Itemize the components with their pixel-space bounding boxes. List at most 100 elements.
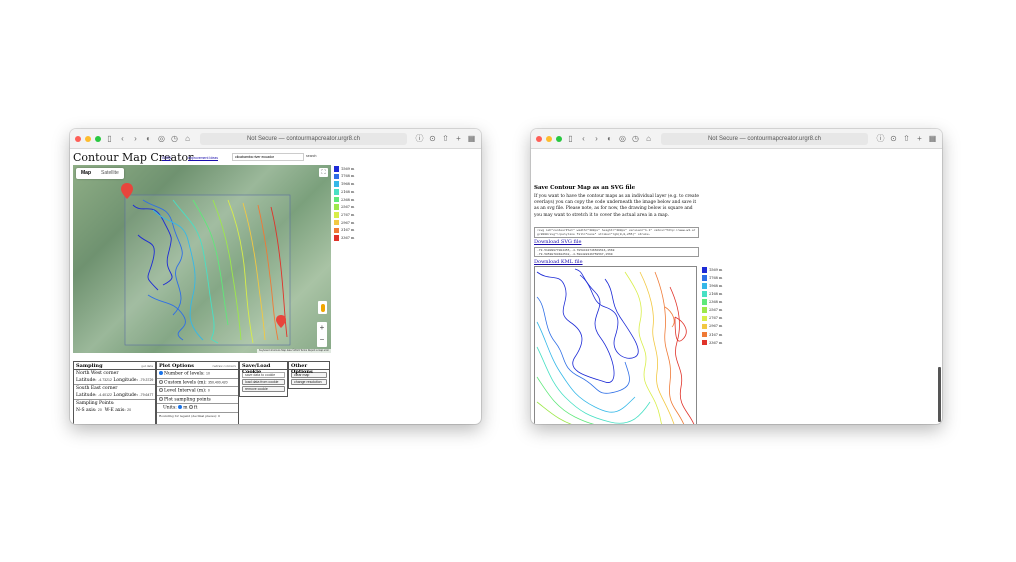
legend-swatch bbox=[334, 196, 339, 203]
new-tab-icon[interactable]: + bbox=[915, 134, 924, 143]
custom-levels-input[interactable]: 350,400,420 bbox=[208, 380, 227, 384]
custom-levels-radio[interactable] bbox=[159, 379, 163, 384]
minimize-window-button[interactable] bbox=[546, 135, 552, 142]
plot-options-header: Plot Options bbox=[159, 363, 194, 369]
plot-options-panel: Plot Options redraw contours Number of le… bbox=[156, 361, 239, 424]
contour-lines bbox=[536, 268, 695, 424]
sampling-points-label: Sampling Points: bbox=[76, 401, 115, 406]
home-icon[interactable]: ⌂ bbox=[183, 134, 192, 143]
units-ft-radio[interactable] bbox=[188, 405, 193, 409]
legend-swatch bbox=[334, 219, 339, 226]
remove-cookie-button[interactable]: remove cookie bbox=[242, 386, 285, 392]
rounding-input[interactable]: 0 bbox=[218, 414, 220, 418]
forward-icon[interactable]: › bbox=[131, 134, 140, 143]
redraw-contours-link[interactable]: redraw contours bbox=[212, 364, 236, 368]
interval-input[interactable]: 0 bbox=[208, 389, 210, 393]
location-search-input[interactable]: cilcabamba river ecuador bbox=[232, 153, 304, 161]
tab-overview-icon[interactable]: ▦ bbox=[467, 134, 476, 143]
reader-icon[interactable]: ⓘ bbox=[415, 134, 424, 143]
legend-item: 3167 m bbox=[702, 331, 722, 338]
svg-code-textarea[interactable]: <svg id="contourPlot" width="300px" heig… bbox=[534, 227, 699, 238]
units-ft-label: ft bbox=[193, 405, 198, 411]
svg-section-heading: Save Contour Map as an SVG file bbox=[534, 185, 636, 191]
address-bar[interactable]: Not Secure — contourmapcreator.urgr8.ch bbox=[661, 132, 868, 145]
download-kml-link[interactable]: Download KML file bbox=[534, 259, 583, 265]
kml-code-textarea[interactable]: -79.51009977004455,-4.7858434746569516,1… bbox=[534, 247, 699, 257]
nw-latitude-input[interactable]: -4.73212 bbox=[98, 378, 112, 382]
search-button[interactable]: search bbox=[306, 154, 317, 158]
history-icon[interactable]: ◷ bbox=[631, 134, 640, 143]
improvement-ideas-link[interactable]: Improvement Ideas bbox=[188, 156, 218, 160]
plot-points-checkbox[interactable] bbox=[159, 396, 163, 401]
map-type-satellite-button[interactable]: Satellite bbox=[96, 168, 124, 179]
levels-radio[interactable] bbox=[159, 371, 163, 375]
se-longitude-input[interactable]: -79.6477 bbox=[140, 393, 154, 397]
icon-link[interactable]: ICON bbox=[162, 156, 171, 160]
download-svg-link[interactable]: Download SVG file bbox=[534, 239, 581, 245]
share-icon[interactable]: ⇧ bbox=[902, 134, 911, 143]
home-icon[interactable]: ⌂ bbox=[644, 134, 653, 143]
legend-swatch bbox=[334, 189, 339, 195]
history-icon[interactable]: ◷ bbox=[170, 134, 179, 143]
sidebar-icon[interactable]: ▯ bbox=[566, 134, 575, 143]
download-icon[interactable]: ⊙ bbox=[428, 134, 437, 143]
longitude-label: Longitude: bbox=[113, 378, 139, 383]
share-icon[interactable]: ⇧ bbox=[441, 134, 450, 143]
pegman-icon[interactable] bbox=[318, 301, 327, 314]
get-data-link[interactable]: get data bbox=[141, 364, 153, 368]
legend-label: 3167 m bbox=[341, 228, 355, 233]
reader-icon[interactable]: ⓘ bbox=[876, 134, 885, 143]
legend-label: 2168 m bbox=[709, 292, 723, 297]
map-type-map-button[interactable]: Map bbox=[76, 168, 96, 179]
plot-points-row: Plot sampling points bbox=[157, 396, 238, 404]
shield-icon[interactable]: ◐ bbox=[605, 134, 614, 143]
forward-icon[interactable]: › bbox=[592, 134, 601, 143]
close-window-button[interactable] bbox=[536, 135, 542, 142]
address-bar[interactable]: Not Secure — contourmapcreator.urgr8.ch bbox=[200, 132, 407, 145]
nw-longitude-input[interactable]: -79.3729 bbox=[140, 378, 154, 382]
zoom-window-button[interactable] bbox=[95, 135, 101, 142]
legend-label: 1768 m bbox=[709, 275, 723, 280]
cookie-panel: Save/Load Cookie save data to cookie loa… bbox=[239, 361, 288, 397]
back-icon[interactable]: ‹ bbox=[579, 134, 588, 143]
levels-input[interactable]: 10 bbox=[206, 372, 210, 376]
legend-swatch bbox=[702, 267, 707, 273]
se-latitude-input[interactable]: -4.40122 bbox=[98, 393, 112, 397]
load-cookie-button[interactable]: load data from cookie bbox=[242, 379, 285, 385]
change-resolution-button[interactable]: change resolution bbox=[291, 379, 327, 385]
google-map[interactable]: Map Satellite ⛶ + − Keyboard shortcuts M… bbox=[73, 165, 331, 353]
ns-axis-input[interactable]: 20 bbox=[98, 408, 102, 412]
zoom-in-button[interactable]: + bbox=[317, 322, 327, 334]
custom-levels-label: Custom levels (m): bbox=[164, 380, 207, 385]
fullscreen-icon[interactable]: ⛶ bbox=[319, 168, 328, 177]
we-axis-label: W-E axis: bbox=[104, 408, 126, 413]
minimize-window-button[interactable] bbox=[85, 135, 91, 142]
extension-icon[interactable]: ◎ bbox=[618, 134, 627, 143]
legend-label: 1968 m bbox=[709, 283, 723, 288]
zoom-out-button[interactable]: − bbox=[317, 334, 327, 346]
back-icon[interactable]: ‹ bbox=[118, 134, 127, 143]
units-row: Units: m ft bbox=[157, 404, 238, 413]
we-axis-input[interactable]: 20 bbox=[127, 408, 131, 412]
interval-radio[interactable] bbox=[159, 388, 163, 392]
zoom-window-button[interactable] bbox=[556, 135, 562, 142]
extension-icon[interactable]: ◎ bbox=[157, 134, 166, 143]
levels-label: Number of levels: bbox=[164, 371, 205, 377]
units-m-radio[interactable] bbox=[178, 405, 183, 409]
map-legend: 1569 m 1768 m 1968 m 2168 m 2368 m 2567 m 2767… bbox=[334, 166, 354, 241]
new-tab-icon[interactable]: + bbox=[454, 134, 463, 143]
scrollbar[interactable] bbox=[938, 367, 941, 422]
sidebar-icon[interactable]: ▯ bbox=[105, 134, 114, 143]
axis-row: N-S axis: 20 W-E axis: 20 bbox=[74, 407, 155, 414]
close-window-button[interactable] bbox=[75, 135, 81, 142]
shield-icon[interactable]: ◐ bbox=[144, 134, 153, 143]
download-icon[interactable]: ⊙ bbox=[889, 134, 898, 143]
legend-item: 2967 m bbox=[702, 323, 722, 330]
legend-label: 1569 m bbox=[709, 267, 723, 272]
page-content: Contour Map Creator ICON Improvement Ide… bbox=[70, 149, 481, 424]
tab-overview-icon[interactable]: ▦ bbox=[928, 134, 937, 143]
legend-item: 3367 m bbox=[702, 339, 722, 346]
svg-legend: 1569 m 1768 m 1968 m 2168 m 2368 m 2567 m 2767… bbox=[702, 267, 723, 346]
units-label: Units: bbox=[163, 405, 177, 411]
legend-label: 2567 m bbox=[709, 308, 723, 313]
